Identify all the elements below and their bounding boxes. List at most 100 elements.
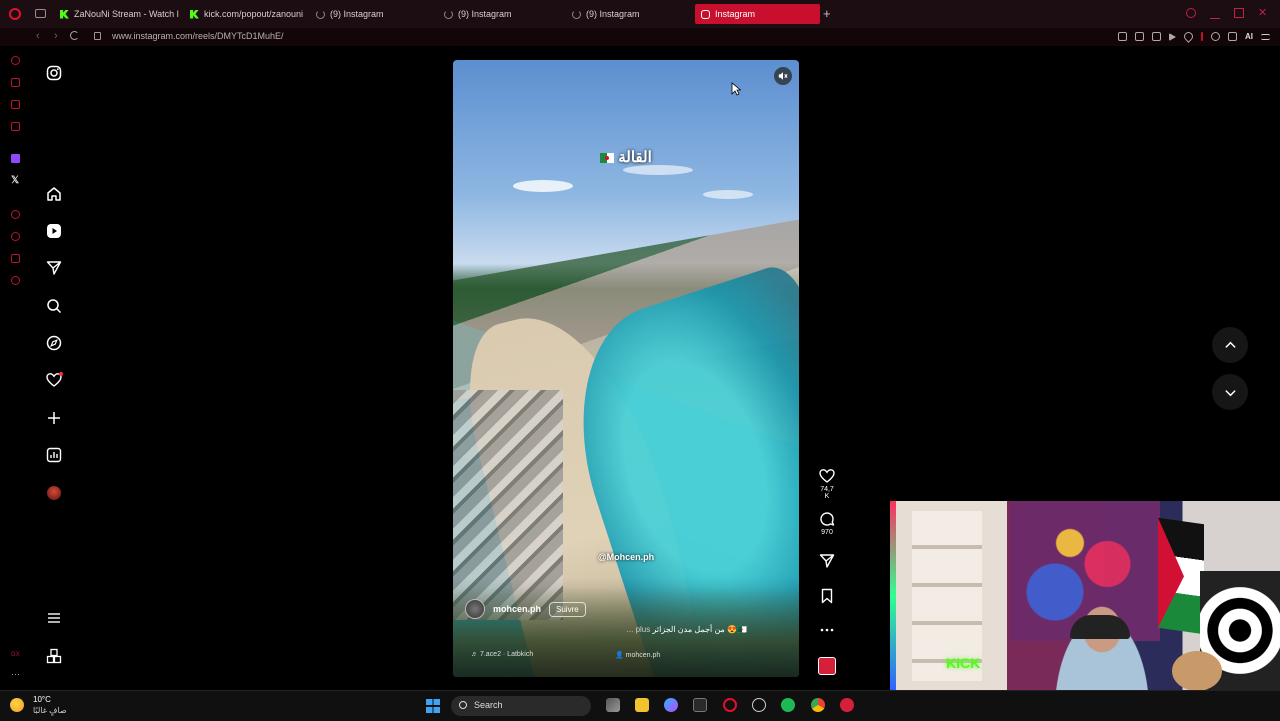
store-icon[interactable] — [693, 698, 707, 712]
reel-caption[interactable]: ... plus من أجمل مدن الجزائر 😍🇩🇿 — [627, 625, 747, 634]
next-reel-button[interactable] — [1212, 374, 1248, 410]
audio-thumbnail[interactable] — [818, 657, 836, 675]
chrome-icon[interactable] — [811, 698, 825, 712]
task-view-icon[interactable] — [606, 698, 620, 712]
search-tabs-icon[interactable] — [1186, 8, 1196, 18]
file-explorer-icon[interactable] — [635, 698, 649, 712]
tab-zanouni-stream[interactable]: ZaNouNi Stream - Watch l — [54, 4, 179, 24]
messenger-icon[interactable] — [11, 100, 20, 109]
download-icon[interactable] — [1228, 32, 1237, 41]
more-menu-icon[interactable] — [46, 610, 62, 626]
cloud — [513, 180, 573, 192]
gx-icon[interactable]: GX — [11, 652, 20, 661]
kick-icon — [60, 9, 69, 19]
reload-icon[interactable] — [70, 31, 79, 40]
aria-icon[interactable] — [11, 78, 20, 87]
workspace-icon[interactable] — [11, 122, 20, 131]
instagram-logo-icon[interactable] — [46, 65, 62, 81]
settings-icon[interactable] — [11, 276, 20, 285]
palestine-flag — [1158, 517, 1204, 635]
copilot-icon[interactable] — [664, 698, 678, 712]
follow-button[interactable]: Suivre — [549, 601, 586, 617]
url-field[interactable]: www.instagram.com/reels/DMYTcD1MuhE/ — [112, 31, 284, 41]
maximize-icon[interactable] — [1234, 8, 1244, 18]
lock-icon[interactable] — [94, 32, 101, 40]
audio-track[interactable]: ♬ 7.ace2 · Latbkich — [471, 651, 533, 658]
aria-ai-button[interactable]: AI — [1245, 32, 1253, 41]
tab-label: Instagram — [715, 9, 756, 19]
more-options-action[interactable] — [817, 622, 837, 638]
reels-icon[interactable] — [46, 223, 62, 239]
caption-more-link[interactable]: ... plus — [627, 625, 651, 634]
dashboard-icon[interactable] — [46, 447, 62, 463]
author-row: mohcen.ph Suivre — [465, 599, 586, 619]
history-icon[interactable] — [11, 56, 20, 65]
create-icon[interactable] — [46, 410, 62, 426]
share-action[interactable] — [817, 553, 837, 569]
weather-description[interactable]: صافٍ غالبًا — [33, 706, 67, 715]
player-sidebar-icon[interactable] — [11, 210, 20, 219]
browser-tab-strip: ZaNouNi Stream - Watch l kick.com/popout… — [0, 0, 1280, 29]
mute-button[interactable] — [774, 67, 792, 85]
tab-instagram-2[interactable]: (9) Instagram — [438, 4, 563, 24]
search-label: Search — [474, 700, 503, 710]
steam-icon[interactable] — [752, 698, 766, 712]
weather-temperature[interactable]: 10°C — [33, 695, 51, 704]
comment-count: 970 — [821, 529, 833, 536]
tab-kick-popout[interactable]: kick.com/popout/zanouni — [184, 4, 309, 24]
snapshot-icon[interactable] — [1135, 32, 1144, 41]
more-sidebar-icon[interactable]: ··· — [11, 670, 20, 681]
spotify-icon[interactable] — [781, 698, 795, 712]
window-controls: ✕ — [1186, 8, 1268, 19]
adblock-icon[interactable] — [1152, 32, 1161, 41]
minimize-icon[interactable] — [1210, 8, 1220, 19]
heart-icon[interactable] — [1182, 30, 1195, 43]
also-from-meta-icon[interactable] — [46, 648, 62, 664]
taskbar-search[interactable]: Search — [451, 696, 591, 716]
tab-instagram-3[interactable]: (9) Instagram — [566, 4, 691, 24]
video-watermark: @Mohcen.ph — [597, 552, 655, 562]
loading-icon — [316, 9, 325, 19]
forward-icon[interactable]: › — [54, 30, 58, 42]
streamer-webcam: KICK — [890, 501, 1280, 690]
app-icon[interactable] — [840, 698, 854, 712]
author-username[interactable]: mohcen.ph — [493, 604, 541, 614]
save-action[interactable] — [817, 588, 837, 604]
windows-start-icon[interactable] — [426, 699, 440, 713]
loading-icon — [444, 9, 453, 19]
search-icon[interactable] — [46, 298, 62, 314]
extensions-icon[interactable] — [11, 254, 20, 263]
close-icon[interactable]: ✕ — [1258, 8, 1268, 19]
profile-icon[interactable] — [1211, 32, 1220, 41]
profile-avatar[interactable] — [47, 486, 61, 500]
tab-instagram-1[interactable]: (9) Instagram — [310, 4, 435, 24]
x-twitter-icon[interactable]: 𝕏 — [11, 176, 19, 186]
weather-icon[interactable] — [10, 698, 24, 712]
tagged-user[interactable]: 👤 mohcen.ph — [615, 651, 660, 659]
tab-label: (9) Instagram — [458, 9, 512, 19]
new-tab-button[interactable]: + — [823, 7, 831, 20]
author-avatar[interactable] — [465, 599, 485, 619]
home-icon[interactable] — [46, 186, 62, 202]
caption-text: من أجمل مدن الجزائر 😍🇩🇿 — [652, 625, 747, 634]
address-bar-row: ‹ › www.instagram.com/reels/DMYTcD1MuhE/… — [0, 28, 1280, 46]
comment-action[interactable]: 970 — [817, 511, 837, 536]
messages-icon[interactable] — [46, 260, 62, 276]
tab-menu-icon[interactable] — [35, 9, 46, 18]
back-icon[interactable]: ‹ — [36, 30, 40, 42]
opera-logo-icon[interactable] — [9, 8, 21, 20]
tab-instagram-active[interactable]: Instagram — [695, 4, 820, 24]
like-action[interactable]: 74,7 K — [817, 468, 837, 500]
player-icon[interactable] — [1169, 32, 1176, 41]
reel-video[interactable]: القالة @Mohcen.ph mohcen.ph Suivre ... p… — [453, 60, 799, 677]
explore-icon[interactable] — [46, 335, 62, 351]
clock-icon[interactable] — [11, 232, 20, 241]
bookmark-icon[interactable] — [1118, 32, 1127, 41]
cloud — [623, 165, 693, 175]
menu-icon[interactable] — [1261, 33, 1270, 40]
opera-gx-icon[interactable] — [723, 698, 737, 712]
heart-icon — [819, 469, 835, 483]
notifications-heart-icon[interactable] — [46, 372, 63, 388]
twitch-icon[interactable] — [11, 154, 20, 163]
previous-reel-button[interactable] — [1212, 327, 1248, 363]
